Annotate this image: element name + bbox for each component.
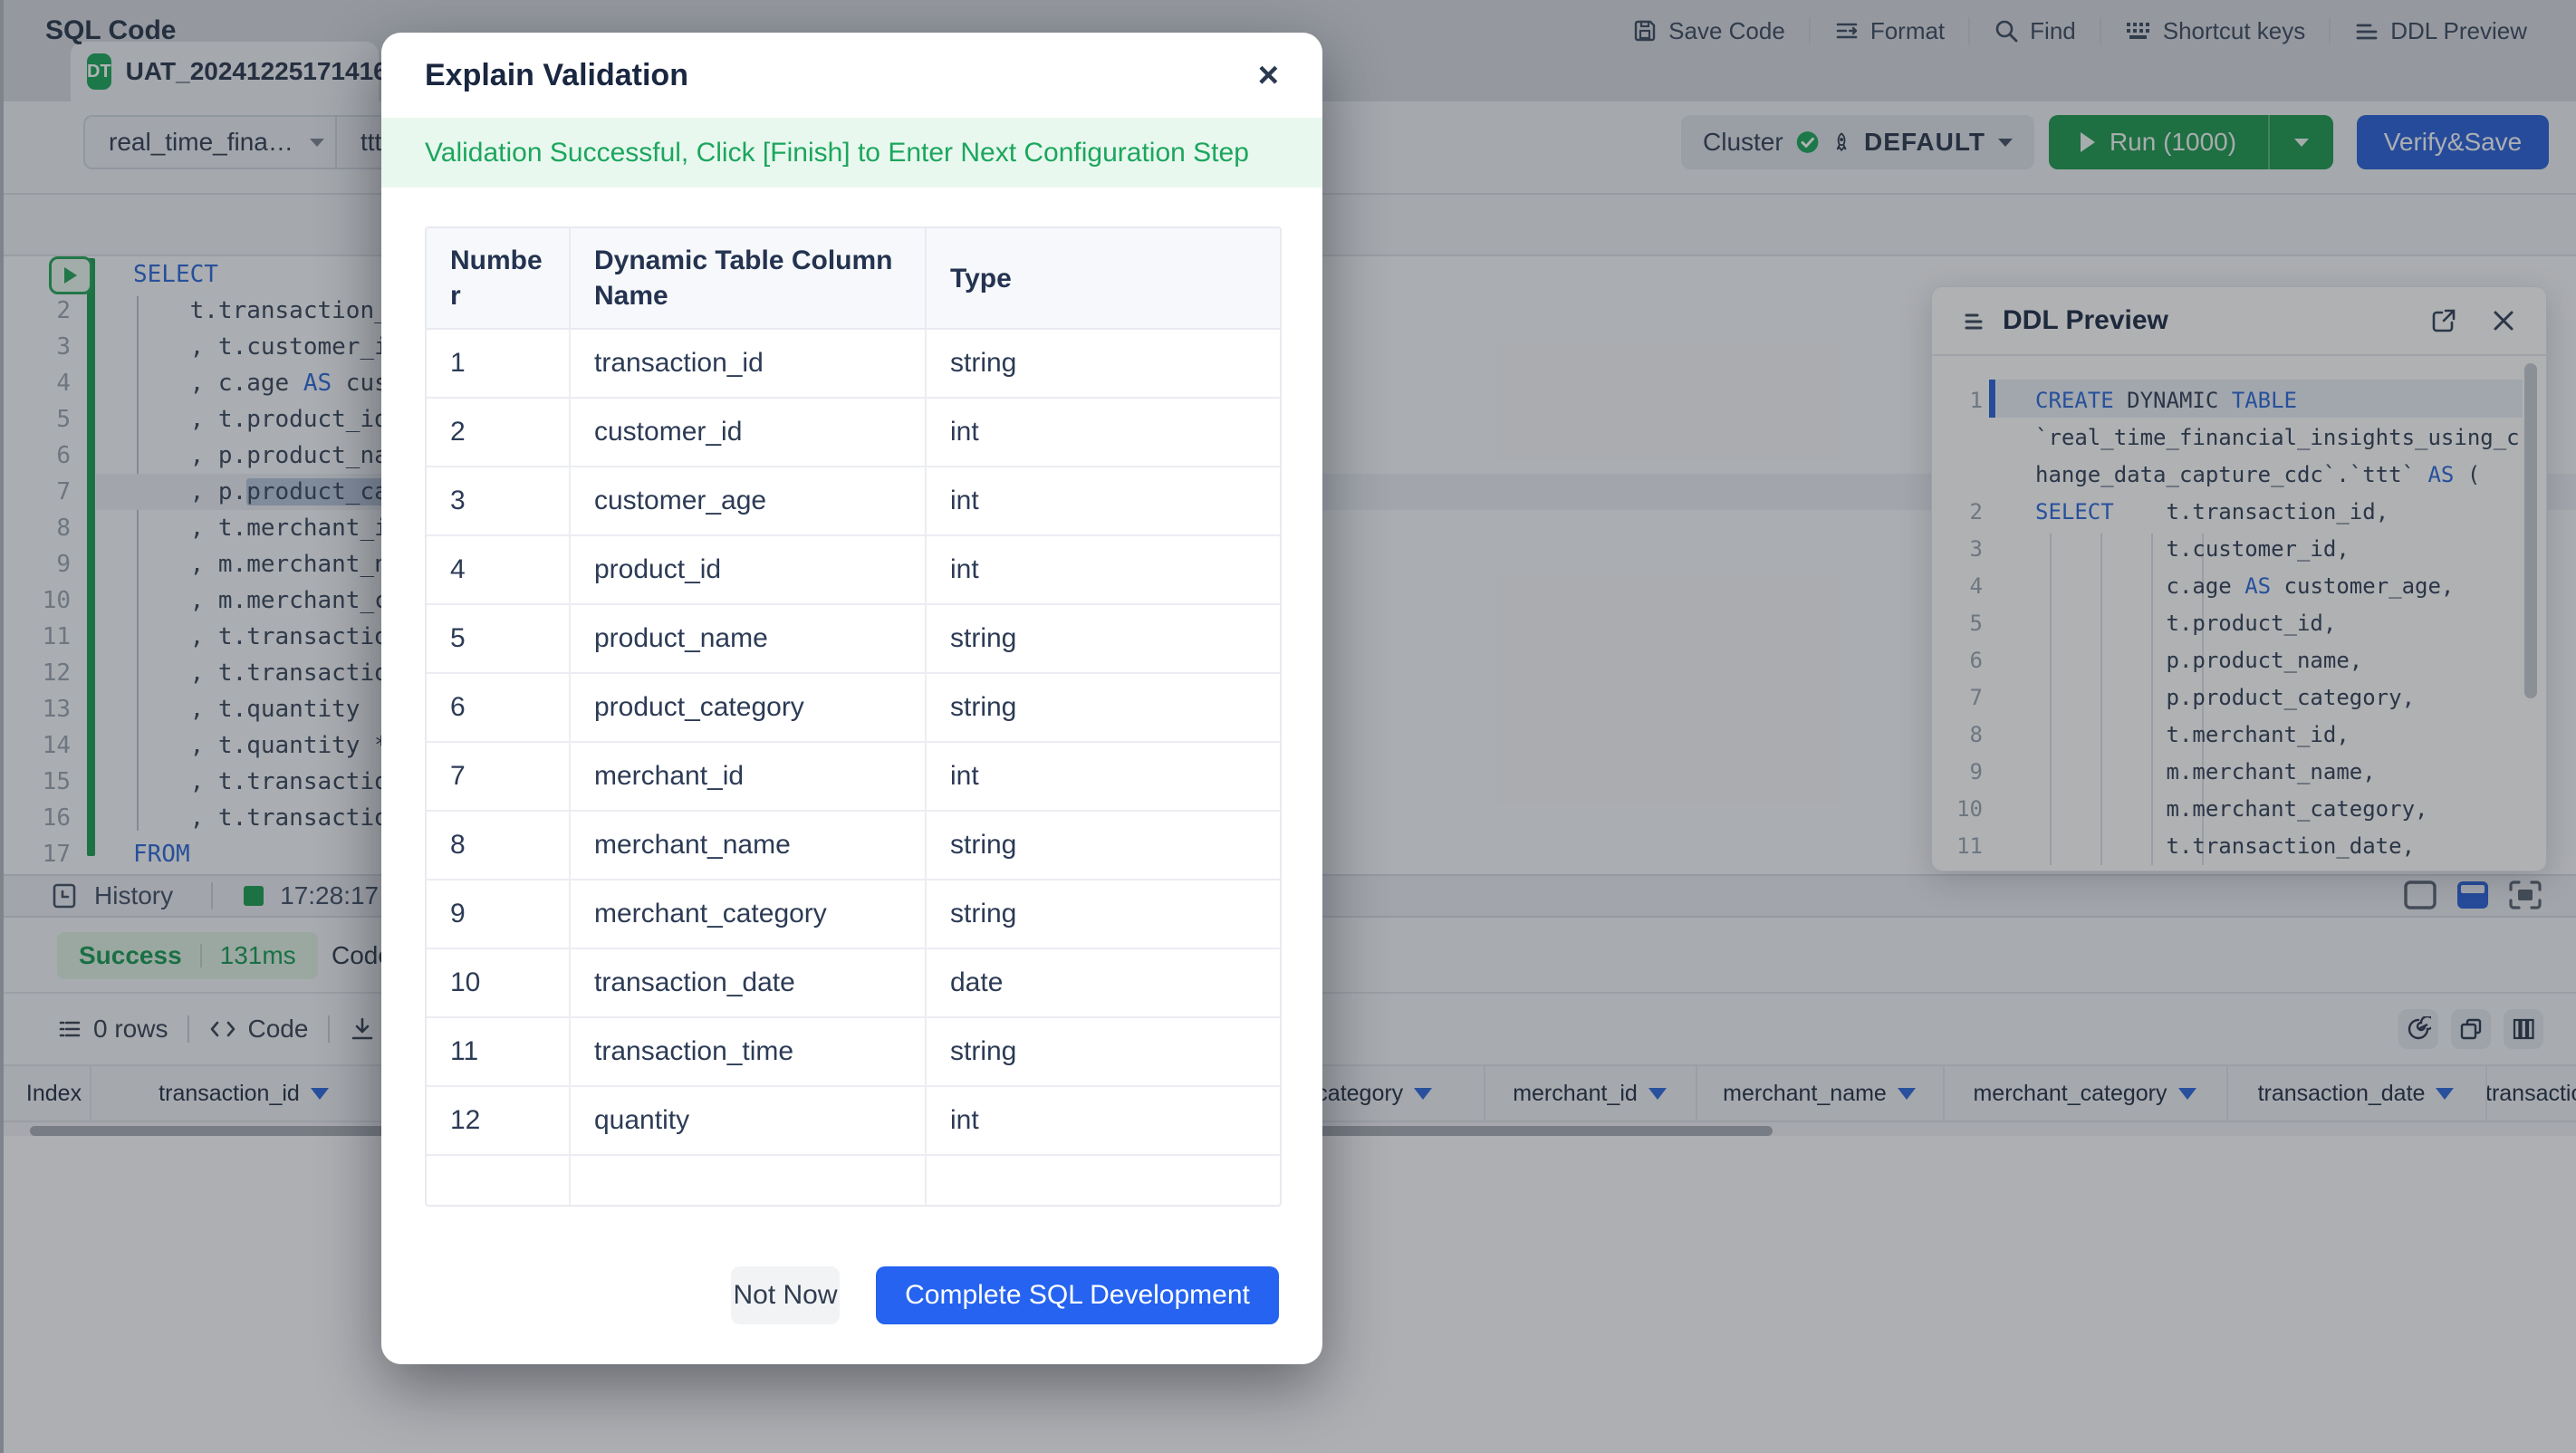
table-row: 1transaction_idstring: [427, 329, 1280, 398]
table-cell: date: [926, 948, 1280, 1017]
table-cell: 10: [427, 948, 570, 1017]
table-cell: 4: [427, 535, 570, 604]
table-cell: customer_id: [570, 398, 926, 467]
explain-validation-modal: Explain Validation × Validation Successf…: [381, 33, 1322, 1364]
table-row: 3customer_ageint: [427, 467, 1280, 535]
table-row: 8merchant_namestring: [427, 811, 1280, 880]
not-now-button[interactable]: Not Now: [731, 1266, 840, 1324]
table-cell: 11: [427, 1017, 570, 1086]
table-row: 4product_idint: [427, 535, 1280, 604]
table-cell: 1: [427, 329, 570, 398]
table-cell: int: [926, 742, 1280, 811]
table-cell: merchant_category: [570, 880, 926, 948]
table-cell: product_name: [570, 604, 926, 673]
table-cell: string: [926, 673, 1280, 742]
validation-success-message: Validation Successful, Click [Finish] to…: [425, 138, 1249, 168]
table-cell: int: [926, 535, 1280, 604]
table-cell: [570, 1155, 926, 1207]
complete-sql-development-button[interactable]: Complete SQL Development: [876, 1266, 1279, 1324]
table-cell: string: [926, 880, 1280, 948]
table-cell: merchant_name: [570, 811, 926, 880]
table-cell: 12: [427, 1086, 570, 1155]
table-row: [427, 1155, 1280, 1207]
table-cell: product_category: [570, 673, 926, 742]
table-cell: customer_age: [570, 467, 926, 535]
table-cell: 6: [427, 673, 570, 742]
table-cell: int: [926, 1086, 1280, 1155]
table-header-row: Number Dynamic Table Column Name Type: [427, 228, 1280, 329]
table-cell: product_id: [570, 535, 926, 604]
validation-columns-table: Number Dynamic Table Column Name Type 1t…: [425, 226, 1282, 1207]
modal-title: Explain Validation: [425, 58, 1258, 93]
table-cell: 3: [427, 467, 570, 535]
table-row: 6product_categorystring: [427, 673, 1280, 742]
column-header-type: Type: [926, 228, 1280, 329]
table-cell: string: [926, 1017, 1280, 1086]
table-cell: 7: [427, 742, 570, 811]
table-cell: 5: [427, 604, 570, 673]
close-icon[interactable]: ×: [1258, 57, 1279, 93]
table-row: 10transaction_datedate: [427, 948, 1280, 1017]
table-cell: transaction_id: [570, 329, 926, 398]
table-row: 2customer_idint: [427, 398, 1280, 467]
table-cell: 9: [427, 880, 570, 948]
table-row: 7merchant_idint: [427, 742, 1280, 811]
column-header-number: Number: [427, 228, 570, 329]
validation-success-banner: Validation Successful, Click [Finish] to…: [381, 118, 1322, 188]
table-row: 12quantityint: [427, 1086, 1280, 1155]
table-row: 11transaction_timestring: [427, 1017, 1280, 1086]
table-cell: int: [926, 398, 1280, 467]
table-cell: string: [926, 329, 1280, 398]
table-cell: [926, 1155, 1280, 1207]
table-cell: transaction_date: [570, 948, 926, 1017]
table-cell: string: [926, 604, 1280, 673]
table-cell: string: [926, 811, 1280, 880]
table-cell: transaction_time: [570, 1017, 926, 1086]
table-cell: 2: [427, 398, 570, 467]
table-cell: 8: [427, 811, 570, 880]
table-cell: int: [926, 467, 1280, 535]
table-cell: [427, 1155, 570, 1207]
table-cell: merchant_id: [570, 742, 926, 811]
column-header-name: Dynamic Table Column Name: [570, 228, 926, 329]
table-row: 5product_namestring: [427, 604, 1280, 673]
table-cell: quantity: [570, 1086, 926, 1155]
table-row: 9merchant_categorystring: [427, 880, 1280, 948]
